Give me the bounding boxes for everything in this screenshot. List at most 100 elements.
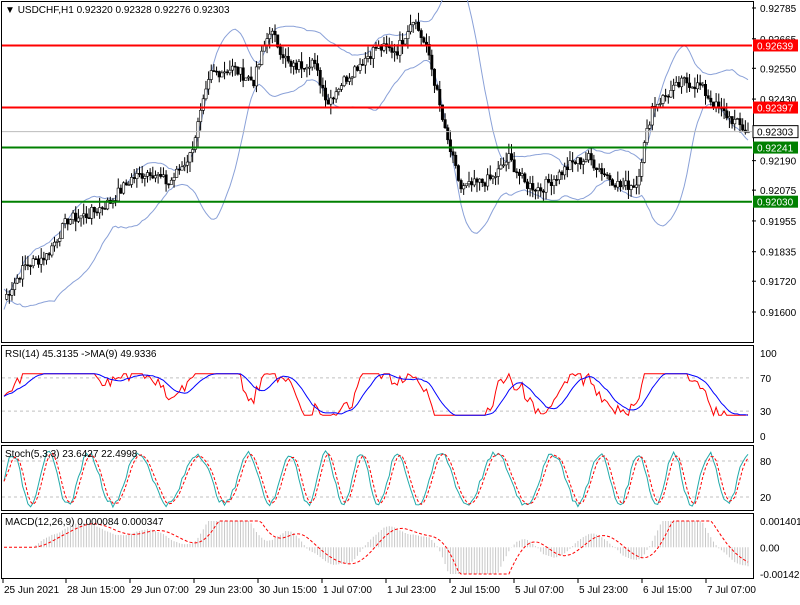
price-tick-label: 0.91600 [760, 308, 797, 319]
candle [600, 162, 604, 181]
level-label: 0.92639 [757, 41, 794, 52]
candle [603, 168, 607, 178]
macd-panel[interactable]: 0.001401 0.00 -0.001423 MACD(12,26,9) 0.00… [4, 517, 800, 581]
candle [39, 248, 43, 273]
stoch-tick-label: 20 [760, 493, 772, 504]
candle [470, 177, 474, 192]
horizontal-levels[interactable]: 0.92639 0.92397 0.92303 0.92241 0.92030 [2, 39, 799, 209]
candle [215, 66, 219, 76]
candle [347, 73, 351, 85]
candle [60, 222, 64, 239]
candle [156, 172, 160, 184]
candle [544, 176, 548, 200]
panel-frames [1, 1, 754, 579]
candle [50, 242, 54, 258]
candle [361, 59, 365, 66]
price-tick-label: 0.91955 [760, 217, 797, 228]
macd-axis: 0.001401 0.00 -0.001423 [760, 517, 800, 581]
time-tick-label: 25 Jun 2021 [4, 585, 59, 596]
candle [34, 256, 38, 261]
candle [520, 167, 524, 179]
candle [180, 161, 184, 171]
candle [316, 55, 320, 77]
candle [185, 154, 189, 174]
candle [517, 168, 521, 185]
time-tick-label: 6 Jul 15:00 [643, 585, 692, 596]
candle [15, 274, 19, 285]
candle [419, 28, 423, 46]
macd-tick-label: 0.001401 [760, 517, 800, 528]
candle [581, 158, 585, 175]
candle [557, 169, 561, 185]
candle [711, 101, 715, 110]
candle [369, 51, 373, 66]
candle [451, 146, 455, 164]
candle [475, 177, 479, 193]
candle [610, 178, 614, 186]
price-tick-label: 0.92785 [760, 4, 797, 15]
candle [284, 48, 288, 68]
time-tick-label: 29 Jun 07:00 [131, 585, 189, 596]
candle [608, 172, 612, 187]
candle [345, 75, 349, 85]
stoch-panel[interactable]: 80 20 Stoch(5,3,3) 23.6427 22.4998 [2, 449, 772, 509]
candle [82, 203, 86, 225]
candle [666, 94, 670, 104]
candle [696, 74, 700, 93]
candle [100, 206, 104, 216]
candle [409, 14, 413, 35]
candle [300, 52, 304, 79]
time-tick-label: 28 Jun 15:00 [67, 585, 125, 596]
level-label: 0.92241 [757, 144, 794, 155]
candle [576, 157, 580, 172]
candle [565, 157, 569, 178]
candle [45, 253, 49, 265]
chart-canvas[interactable]: 0.927850.926650.925500.924300.921900.920… [0, 0, 800, 600]
candle [92, 206, 96, 219]
candle [725, 102, 729, 121]
candle [21, 256, 25, 287]
candle [661, 94, 665, 109]
candle [605, 172, 609, 180]
candle [161, 167, 165, 178]
candle [488, 165, 492, 181]
candle [424, 33, 428, 53]
candle [217, 70, 221, 83]
candle [31, 255, 35, 269]
header-text: ▼ USDCHF,H1 0.92320 0.92328 0.92276 0.92… [5, 5, 230, 16]
candle [592, 154, 596, 171]
candle [688, 73, 692, 93]
candle [241, 58, 245, 88]
candle [459, 178, 463, 193]
candle [286, 47, 290, 64]
candle [677, 76, 681, 89]
candle [523, 172, 527, 184]
candle [427, 36, 431, 60]
candle [220, 70, 224, 78]
price-panel[interactable]: 0.927850.926650.925500.924300.921900.920… [2, 0, 799, 319]
rsi-panel[interactable]: 100 70 30 0 RSI(14) 45.3135 ->MA(9) 49.9336 [2, 349, 777, 443]
level-label: 0.92030 [757, 198, 794, 209]
candle [587, 150, 591, 163]
candle [571, 152, 575, 173]
candle [398, 31, 402, 63]
candle [84, 206, 88, 224]
candle [395, 44, 399, 60]
candle [334, 87, 338, 103]
time-tick-label: 5 Jul 23:00 [579, 585, 628, 596]
candle [47, 251, 51, 260]
candle [512, 152, 516, 173]
candle [525, 178, 529, 196]
candle [568, 151, 572, 171]
price-tick-label: 0.92190 [760, 157, 797, 168]
candle [87, 208, 91, 219]
stoch-label: Stoch(5,3,3) 23.6427 22.4998 [5, 449, 138, 460]
candle [735, 117, 739, 120]
candle [292, 60, 296, 75]
candle [672, 78, 676, 99]
candle [560, 170, 564, 180]
candle [55, 239, 59, 249]
candle [358, 58, 362, 74]
candle [329, 89, 333, 115]
dropdown-triangle-icon[interactable]: ▼ [5, 5, 18, 16]
